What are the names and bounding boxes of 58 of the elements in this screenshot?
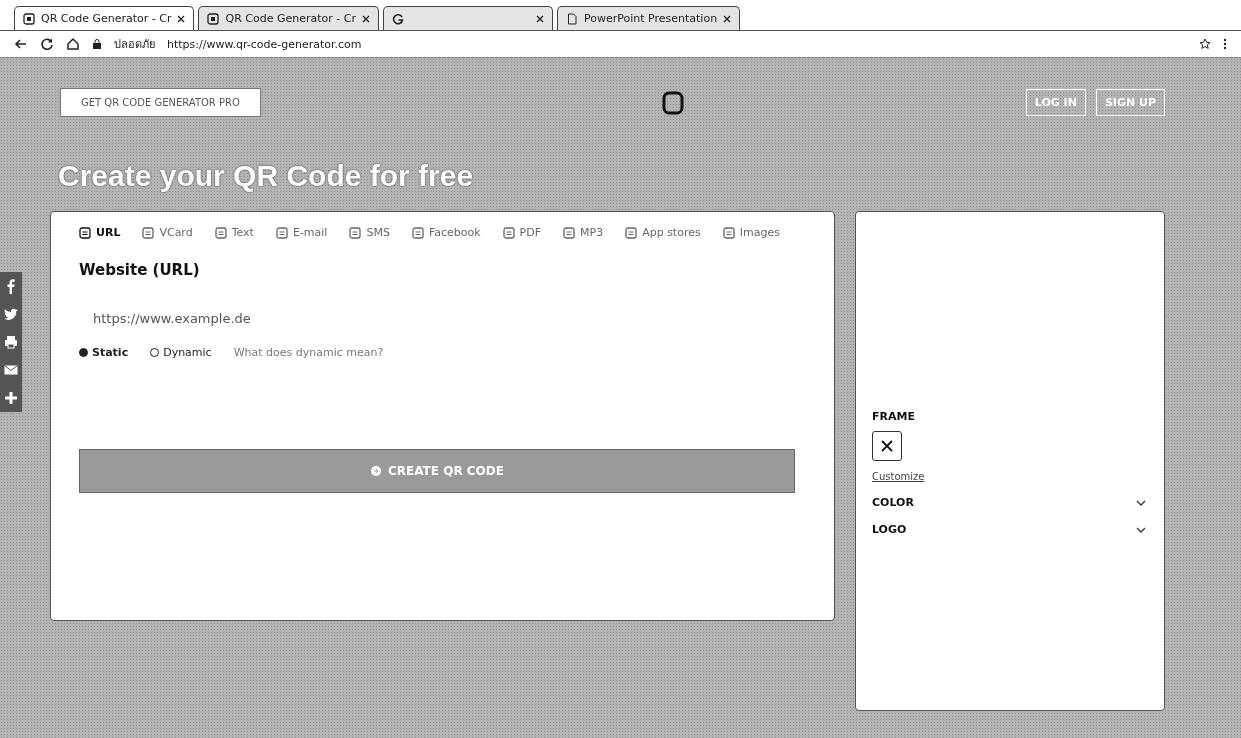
pro-button[interactable]: GET QR CODE GENERATOR PRO (60, 88, 261, 117)
section-toggle[interactable]: COLOR (872, 496, 1146, 509)
mode-radio[interactable]: Dynamic (150, 346, 212, 359)
cross-icon (880, 439, 894, 453)
logo-icon[interactable] (662, 90, 685, 115)
bird-icon[interactable] (3, 306, 19, 322)
browser-tab[interactable] (382, 6, 553, 30)
type-icon (722, 226, 735, 239)
address-field[interactable]: https://www.qr-code-generator.com (167, 37, 1187, 51)
browser-tab[interactable]: PowerPoint Presentation (556, 6, 741, 30)
type-icon (79, 226, 91, 239)
mail-icon[interactable] (3, 362, 19, 378)
browser-tab[interactable]: QR Code Generator - Cr (14, 6, 195, 30)
back-arrow-icon[interactable] (14, 37, 28, 51)
no-frame-option[interactable] (872, 431, 902, 461)
form-heading: Website (URL) (79, 261, 201, 279)
qr-icon (207, 12, 220, 25)
frame-label: FRAME (872, 410, 916, 423)
type-icon (142, 226, 155, 239)
browser-tab[interactable]: QR Code Generator - Cr (198, 6, 379, 30)
star-icon[interactable] (1199, 38, 1211, 50)
type-icon (411, 226, 424, 239)
close-icon[interactable] (361, 14, 370, 23)
type-tab[interactable]: SMS (349, 226, 390, 239)
plus-icon[interactable] (3, 390, 19, 406)
type-tab[interactable]: App stores (625, 226, 701, 239)
arrow-circle-icon (370, 465, 382, 477)
section-toggle[interactable]: LOGO (872, 523, 1146, 536)
home-icon[interactable] (66, 37, 80, 51)
type-tab[interactable]: URL (79, 226, 121, 239)
type-tab[interactable]: VCard (142, 226, 193, 239)
type-tab[interactable]: E-mail (275, 226, 328, 239)
security-label: ปลอดภัย (114, 37, 155, 53)
type-icon (275, 226, 288, 239)
help-link[interactable]: What does dynamic mean? (233, 346, 384, 359)
type-icon (563, 226, 576, 239)
type-tab[interactable]: MP3 (563, 226, 604, 239)
close-icon[interactable] (177, 14, 186, 23)
g-logo-icon (391, 12, 404, 25)
close-icon[interactable] (723, 14, 732, 23)
customize-link[interactable]: Customize (872, 471, 1146, 482)
menu-icon[interactable] (1223, 38, 1227, 50)
qr-icon (23, 12, 35, 25)
close-icon[interactable] (535, 14, 544, 23)
lock-icon (92, 38, 102, 50)
document-icon (565, 12, 578, 25)
reload-icon[interactable] (40, 37, 54, 51)
type-tab[interactable]: Images (722, 226, 780, 239)
type-icon (625, 226, 638, 239)
type-tab[interactable]: PDF (502, 226, 542, 239)
type-icon (349, 226, 362, 239)
type-tab[interactable]: Text (214, 226, 254, 239)
type-tab[interactable]: Facebook (411, 226, 481, 239)
page-title: Create your QR Code for free (58, 159, 475, 193)
type-icon (214, 226, 227, 239)
mode-radio[interactable]: Static (79, 346, 129, 359)
type-icon (502, 226, 515, 239)
printer-icon[interactable] (3, 334, 19, 350)
